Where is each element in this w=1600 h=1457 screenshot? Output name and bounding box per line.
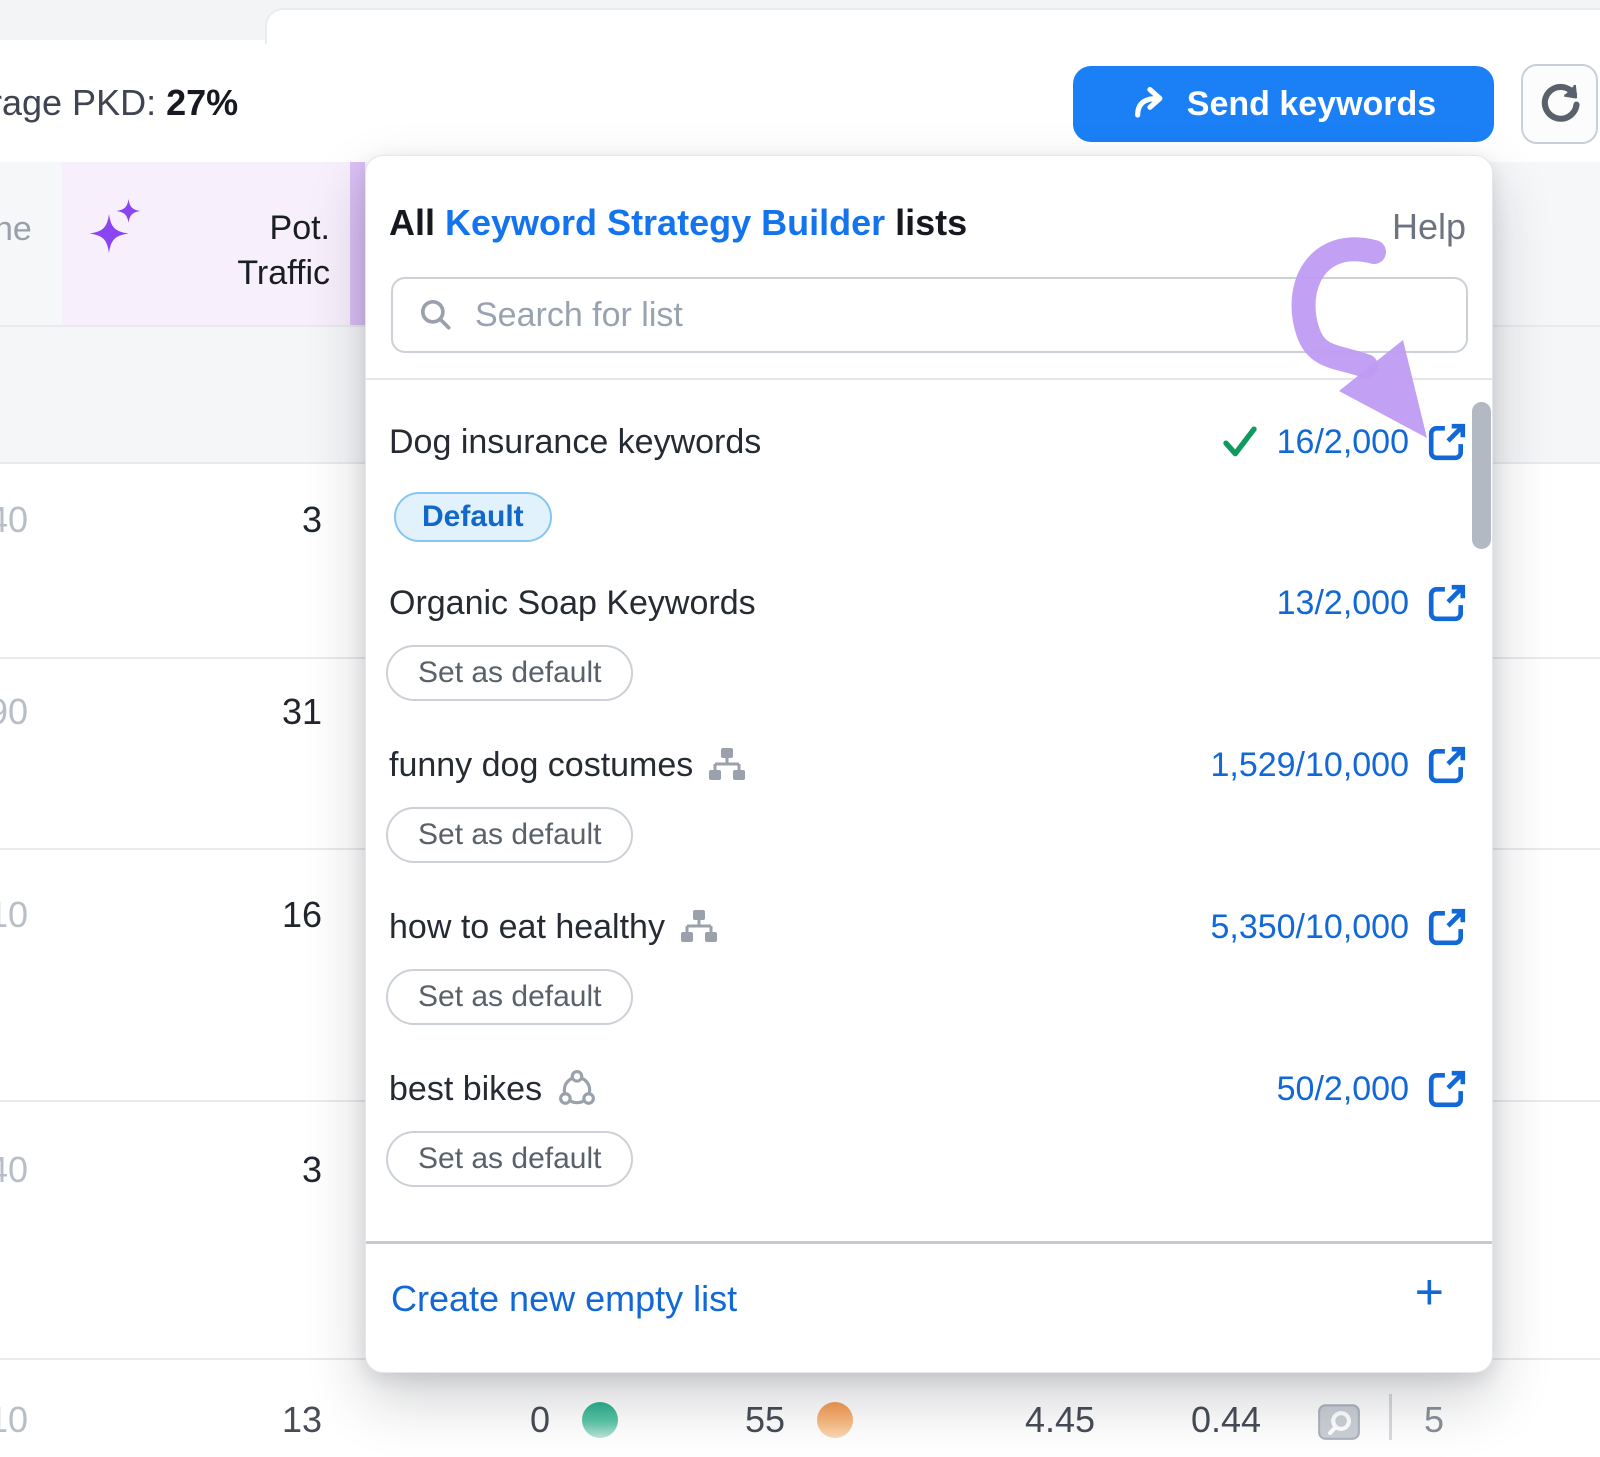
set-as-default-button[interactable]: Set as default (386, 1131, 633, 1187)
pot-traffic-header[interactable]: Pot. Traffic (150, 206, 330, 296)
list-count-link[interactable]: 13/2,000 (1277, 584, 1409, 623)
pot-traffic-line2: Traffic (150, 251, 330, 296)
open-list-icon[interactable] (1427, 422, 1467, 462)
refresh-icon (1538, 82, 1582, 126)
send-icon (1131, 84, 1171, 124)
list-name: funny dog costumes (389, 746, 693, 785)
list-name: best bikes (389, 1070, 542, 1109)
set-as-default-button[interactable]: Set as default (386, 645, 633, 701)
popup-title-suffix: lists (885, 202, 967, 243)
cluster-icon (558, 1070, 596, 1108)
popup-scrollbar[interactable] (1472, 402, 1491, 549)
header-column-strip (350, 162, 365, 325)
list-name: Dog insurance keywords (389, 423, 761, 462)
list-item-how-to-eat-healthy[interactable]: how to eat healthy 5,350/10,000 (389, 903, 1467, 951)
set-as-default-button[interactable]: Set as default (386, 807, 633, 863)
bottom-row-intent: 55 (730, 1400, 800, 1440)
list-search-input[interactable] (473, 295, 1466, 336)
kd-level-dot (582, 1402, 618, 1438)
popup-title: All Keyword Strategy Builder lists (389, 202, 967, 244)
metric-value: 27% (166, 82, 238, 123)
serp-preview-icon[interactable] (1316, 1398, 1362, 1449)
average-pkd-metric: rage PKD:27% (0, 82, 238, 124)
sitemap-icon (709, 748, 745, 782)
set-as-default-button[interactable]: Set as default (386, 969, 633, 1025)
list-count-link[interactable]: 16/2,000 (1277, 423, 1409, 462)
open-list-icon[interactable] (1427, 745, 1467, 785)
pot-traffic-line1: Pot. (150, 206, 330, 251)
list-item-funny-dog-costumes[interactable]: funny dog costumes 1,529/10,000 (389, 741, 1467, 789)
list-count-link[interactable]: 50/2,000 (1277, 1070, 1409, 1109)
search-icon (417, 296, 455, 334)
bottom-row-com: 0.44 (1176, 1400, 1276, 1440)
partial-column-header: ne (0, 210, 32, 249)
selected-check-icon (1219, 422, 1261, 462)
table-row-traffic: 31 (0, 692, 322, 732)
open-list-icon[interactable] (1427, 1069, 1467, 1109)
keyword-lists-popup: All Keyword Strategy Builder lists Help … (365, 155, 1493, 1373)
list-item-organic-soap[interactable]: Organic Soap Keywords 13/2,000 (389, 579, 1467, 627)
default-badge: Default (394, 492, 552, 542)
refresh-button[interactable] (1521, 64, 1598, 144)
sitemap-icon (681, 910, 717, 944)
ai-sparkles-icon (84, 196, 146, 267)
table-row-traffic: 16 (0, 895, 322, 935)
keyword-strategy-builder-link[interactable]: Keyword Strategy Builder (445, 202, 885, 243)
bottom-row-cpc: 4.45 (1010, 1400, 1110, 1440)
metric-label: rage PKD: (0, 82, 156, 123)
table-row-traffic: 3 (0, 500, 322, 540)
table-row-traffic: 3 (0, 1150, 322, 1190)
popup-footer-divider (366, 1241, 1492, 1244)
send-keywords-label: Send keywords (1187, 85, 1436, 124)
bottom-row-results: 5 (1412, 1400, 1456, 1440)
bottom-row-traffic: 13 (0, 1400, 322, 1440)
open-list-icon[interactable] (1427, 907, 1467, 947)
screen: rage PKD:27% Send keywords ne Pot. Traff… (0, 0, 1600, 1457)
popup-title-prefix: All (389, 202, 445, 243)
open-list-icon[interactable] (1427, 583, 1467, 623)
plus-icon[interactable]: + (1415, 1264, 1444, 1320)
send-keywords-button[interactable]: Send keywords (1073, 66, 1494, 142)
list-search-box[interactable] (391, 277, 1468, 353)
intent-level-dot (817, 1402, 853, 1438)
column-separator (1389, 1394, 1392, 1440)
list-count-link[interactable]: 5,350/10,000 (1210, 908, 1409, 947)
content-card-corner (265, 8, 1600, 44)
list-count-link[interactable]: 1,529/10,000 (1210, 746, 1409, 785)
list-name: Organic Soap Keywords (389, 584, 756, 623)
create-new-list-link[interactable]: Create new empty list (391, 1278, 737, 1320)
help-link[interactable]: Help (1392, 206, 1466, 248)
list-name: how to eat healthy (389, 908, 665, 947)
list-item-dog-insurance[interactable]: Dog insurance keywords 16/2,000 (389, 418, 1467, 466)
bottom-row-kd: 0 (510, 1400, 570, 1440)
popup-divider (366, 378, 1492, 380)
list-item-best-bikes[interactable]: best bikes 50/2,000 (389, 1065, 1467, 1113)
